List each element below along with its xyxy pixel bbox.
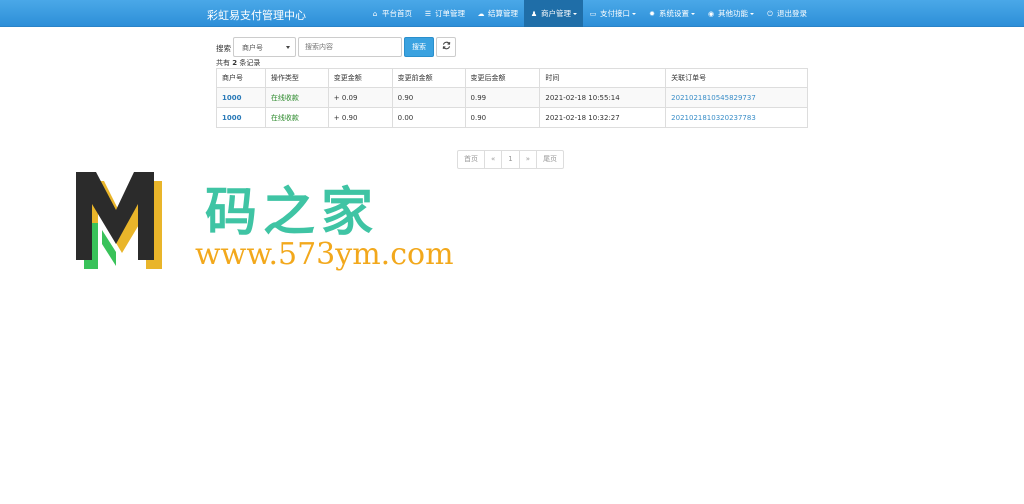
- column-header: 变更前金额: [391, 68, 466, 88]
- refresh-icon: [442, 41, 450, 50]
- search-button[interactable]: 搜索: [404, 37, 434, 57]
- order-number-link[interactable]: 2021021810545829737: [665, 87, 808, 108]
- gear-icon: ✹: [649, 9, 655, 18]
- amount-after: 0.90: [464, 107, 541, 128]
- operation-type: 在线收款: [264, 107, 329, 128]
- nav-item-label: 结算管理: [488, 9, 518, 18]
- amount-before: 0.00: [391, 107, 466, 128]
- caret-down-icon: [691, 12, 695, 15]
- order-number-link[interactable]: 2021021810320237783: [665, 107, 808, 128]
- change-amount: + 0.09: [327, 87, 393, 108]
- time-cell: 2021-02-18 10:32:27: [539, 107, 667, 128]
- column-header: 关联订单号: [665, 68, 808, 88]
- nav-item-label: 商户管理: [541, 9, 571, 18]
- pagination-next[interactable]: »: [518, 150, 538, 169]
- nav-item-merchants[interactable]: ♟ 商户管理: [524, 0, 583, 27]
- search-field-value: 商户号: [242, 44, 263, 52]
- merchant-id-link[interactable]: 1000: [216, 107, 266, 128]
- caret-down-icon: [573, 12, 577, 15]
- user-icon: ♟: [530, 9, 538, 18]
- time-cell: 2021-02-18 10:55:14: [539, 87, 667, 108]
- pagination-first[interactable]: 首页: [457, 150, 485, 169]
- balance-change-table: 商户号 操作类型 变更金额 变更前金额 变更后金额 时间 关联订单号 1000 …: [216, 68, 808, 128]
- column-header: 商户号: [216, 68, 266, 88]
- pagination-page[interactable]: 1: [501, 150, 520, 169]
- table-row: 1000 在线收款 + 0.09 0.90 0.99 2021-02-18 10…: [216, 87, 808, 108]
- list-icon: ☰: [424, 9, 432, 18]
- merchant-id-link[interactable]: 1000: [216, 87, 266, 108]
- nav-item-home[interactable]: ⌂ 平台首页: [365, 0, 418, 27]
- app-title[interactable]: 彩虹易支付管理中心: [207, 7, 306, 23]
- table-row: 1000 在线收款 + 0.90 0.00 0.90 2021-02-18 10…: [216, 107, 808, 128]
- amount-before: 0.90: [391, 87, 466, 108]
- nav-item-logout[interactable]: ⏻ 退出登录: [760, 0, 813, 27]
- nav-item-other-functions[interactable]: ◉ 其他功能: [701, 0, 760, 27]
- operation-type: 在线收款: [264, 87, 329, 108]
- power-icon: ⏻: [767, 9, 773, 18]
- watermark-url: www.573ym.com: [195, 237, 454, 272]
- nav-item-label: 平台首页: [382, 9, 412, 18]
- nav-item-label: 订单管理: [435, 9, 465, 18]
- change-amount: + 0.90: [327, 107, 393, 128]
- column-header: 操作类型: [264, 68, 329, 88]
- column-header: 变更金额: [327, 68, 393, 88]
- column-header: 变更后金额: [464, 68, 541, 88]
- nav-item-label: 支付接口: [600, 9, 630, 18]
- watermark-title: 码之家: [205, 182, 380, 243]
- nav-item-label: 系统设置: [659, 9, 689, 18]
- cloud-icon: ☁: [477, 9, 485, 18]
- search-label: 搜索: [216, 44, 231, 53]
- record-count-suffix: 条记录: [237, 59, 261, 67]
- caret-down-icon: [286, 46, 290, 49]
- nav-item-label: 其他功能: [718, 9, 748, 18]
- nav-item-orders[interactable]: ☰ 订单管理: [418, 0, 471, 27]
- pagination: 首页 « 1 » 尾页: [457, 150, 565, 169]
- main-nav: ⌂ 平台首页 ☰ 订单管理 ☁ 结算管理 ♟ 商户管理 ▭ 支付接口 ✹ 系统设…: [365, 0, 813, 27]
- caret-down-icon: [632, 12, 636, 15]
- nav-item-settlement[interactable]: ☁ 结算管理: [471, 0, 524, 27]
- record-count-prefix: 共有: [216, 59, 233, 67]
- watermark-m-logo: [76, 172, 162, 269]
- nav-item-payment-interface[interactable]: ▭ 支付接口: [583, 0, 642, 27]
- record-count: 共有 2 条记录: [216, 58, 260, 68]
- nav-item-label: 退出登录: [777, 9, 807, 18]
- globe-icon: ◉: [707, 9, 715, 18]
- caret-down-icon: [750, 12, 754, 15]
- top-navbar: 彩虹易支付管理中心 ⌂ 平台首页 ☰ 订单管理 ☁ 结算管理 ♟ 商户管理 ▭ …: [0, 0, 1024, 27]
- home-icon: ⌂: [372, 9, 378, 18]
- nav-item-system-settings[interactable]: ✹ 系统设置: [642, 0, 701, 27]
- credit-card-icon: ▭: [589, 9, 597, 18]
- search-input[interactable]: [298, 37, 402, 57]
- amount-after: 0.99: [464, 87, 541, 108]
- pagination-prev[interactable]: «: [484, 150, 503, 169]
- column-header: 时间: [539, 68, 667, 88]
- refresh-button[interactable]: [436, 37, 456, 57]
- pagination-last[interactable]: 尾页: [536, 150, 565, 169]
- table-header-row: 商户号 操作类型 变更金额 变更前金额 变更后金额 时间 关联订单号: [216, 68, 808, 88]
- search-field-select[interactable]: 商户号: [233, 37, 296, 57]
